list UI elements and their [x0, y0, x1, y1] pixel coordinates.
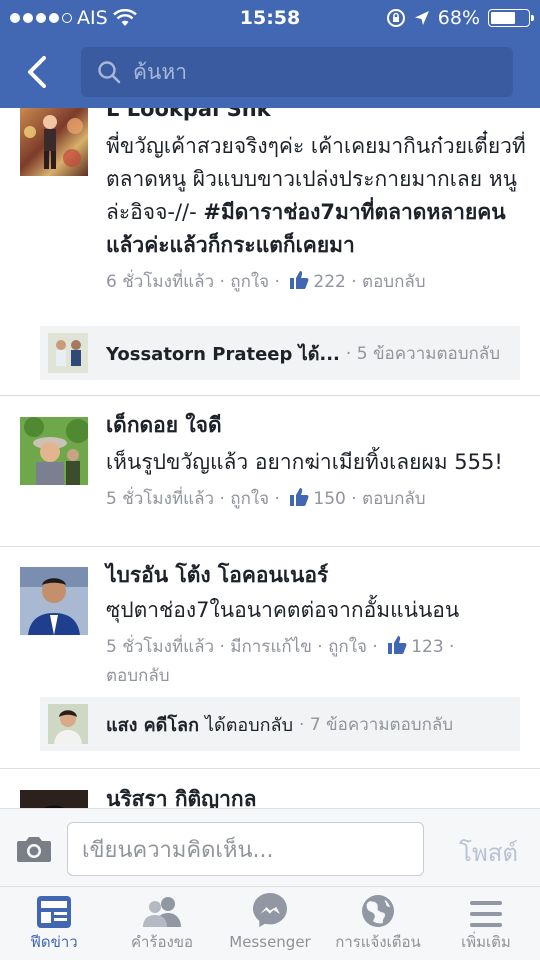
search-icon	[98, 61, 121, 84]
globe-notifications-icon	[362, 895, 394, 927]
comment-text: ซุปตาช่อง7ในอนาคตต่อจากอั้มแน่นอน	[106, 598, 460, 622]
tab-label: ฟีดข่าว	[30, 933, 78, 951]
comment-input[interactable]: เขียนความคิดเห็น...	[67, 822, 424, 876]
like-count: 150	[313, 489, 346, 509]
comment-text: เห็นรูปขวัญแล้ว อยากฆ่าเมียทิ้งเลยผม 555…	[106, 450, 503, 474]
tab-notifications[interactable]: การแจ้งเตือน	[324, 887, 432, 960]
avatar	[48, 333, 88, 373]
reply-link[interactable]: ตอบกลับ	[362, 489, 426, 509]
comment-composer: เขียนความคิดเห็น... โพสต์	[0, 808, 540, 886]
tab-friend-requests[interactable]: คำร้องขอ	[108, 887, 216, 960]
tab-label: คำร้องขอ	[130, 933, 194, 951]
like-count: 222	[313, 272, 346, 292]
status-bar: AIS 15:58 68%	[0, 0, 540, 36]
reply-link[interactable]: ตอบกลับ	[362, 272, 426, 292]
reply-summary[interactable]: Yossatorn Prateep ได้... · 5 ข้อความตอบก…	[40, 326, 520, 380]
comment-time[interactable]: 5 ชั่วโมงที่แล้ว	[106, 637, 214, 657]
divider	[0, 546, 540, 547]
bottom-tab-bar: ฟีดข่าว คำร้องขอ Messenger การแจ้งเตือน …	[0, 886, 540, 960]
search-placeholder: ค้นหา	[133, 59, 188, 84]
comments-feed[interactable]: L Lookpai Snk พี่ขวัญเค้าสวยจริงๆค่ะ เค้…	[0, 108, 540, 808]
tab-news-feed[interactable]: ฟีดข่าว	[0, 887, 108, 960]
friend-requests-icon	[143, 897, 181, 927]
like-link[interactable]: ถูกใจ	[230, 489, 269, 509]
avatar[interactable]	[20, 417, 88, 485]
messenger-icon	[253, 893, 287, 927]
thumbs-up-icon	[388, 636, 407, 654]
divider	[0, 768, 540, 769]
edited-label[interactable]: มีการแก้ไข	[230, 637, 312, 657]
tab-label: เพิ่มเติม	[461, 933, 511, 951]
location-arrow-icon	[414, 11, 429, 25]
comment-meta: 6 ชั่วโมงที่แล้ว · ถูกใจ · 222 · ตอบกลับ	[106, 271, 426, 292]
rotation-lock-icon	[386, 9, 405, 27]
reply-summary[interactable]: แสง คดีโลก ได้ตอบกลับ · 7 ข้อความตอบกลับ	[40, 697, 520, 751]
avatar[interactable]	[20, 790, 88, 808]
reply-count: · 7 ข้อความตอบกลับ	[299, 714, 454, 735]
tab-messenger[interactable]: Messenger	[216, 887, 324, 960]
comment-text: พี่ขวัญเค้าสวยจริงๆค่ะ เค้าเคยมากินก๋วยเ…	[106, 134, 526, 257]
like-count: 123	[411, 637, 444, 657]
back-button[interactable]	[18, 50, 58, 94]
reply-count: · 5 ข้อความตอบกลับ	[345, 343, 500, 364]
divider	[0, 395, 540, 396]
reply-author: Yossatorn Prateep ได้...	[106, 343, 340, 365]
comment-author[interactable]: เด็กดอย ใจดี	[106, 410, 526, 440]
news-feed-icon	[37, 896, 71, 928]
tab-more[interactable]: เพิ่มเติม	[432, 887, 540, 960]
post-button[interactable]: โพสต์	[459, 833, 518, 872]
comment-author[interactable]: ไบรอัน โต้ง โอคอนเนอร์	[106, 560, 526, 590]
search-field[interactable]: ค้นหา	[81, 47, 513, 97]
avatar[interactable]	[20, 108, 88, 176]
battery-percent: 68%	[437, 7, 480, 29]
comment-author[interactable]: นริสรา กิติญากล	[106, 784, 526, 808]
chevron-left-icon	[28, 56, 46, 88]
comment-author[interactable]: L Lookpai Snk	[106, 108, 526, 124]
reply-author: แสง คดีโลก	[106, 714, 199, 736]
avatar	[48, 704, 88, 744]
avatar[interactable]	[20, 567, 88, 635]
like-link[interactable]: ถูกใจ	[328, 637, 367, 657]
thumbs-up-icon	[290, 488, 309, 506]
reply-action: ได้ตอบกลับ	[204, 714, 294, 736]
tab-label: Messenger	[229, 933, 311, 951]
comment-time[interactable]: 5 ชั่วโมงที่แล้ว	[106, 489, 214, 509]
comment-time[interactable]: 6 ชั่วโมงที่แล้ว	[106, 272, 214, 292]
battery-icon	[488, 9, 534, 27]
comment-meta: 5 ชั่วโมงที่แล้ว · มีการแก้ไข · ถูกใจ · …	[106, 636, 455, 686]
comment-meta: 5 ชั่วโมงที่แล้ว · ถูกใจ · 150 · ตอบกลับ	[106, 488, 426, 509]
top-nav-bar: ค้นหา	[0, 36, 540, 108]
like-link[interactable]: ถูกใจ	[230, 272, 269, 292]
tab-label: การแจ้งเตือน	[335, 933, 421, 951]
reply-link[interactable]: ตอบกลับ	[106, 666, 170, 686]
more-menu-icon	[470, 901, 502, 927]
status-right: 68%	[386, 7, 534, 29]
camera-icon[interactable]	[16, 835, 52, 863]
thumbs-up-icon	[290, 271, 309, 289]
